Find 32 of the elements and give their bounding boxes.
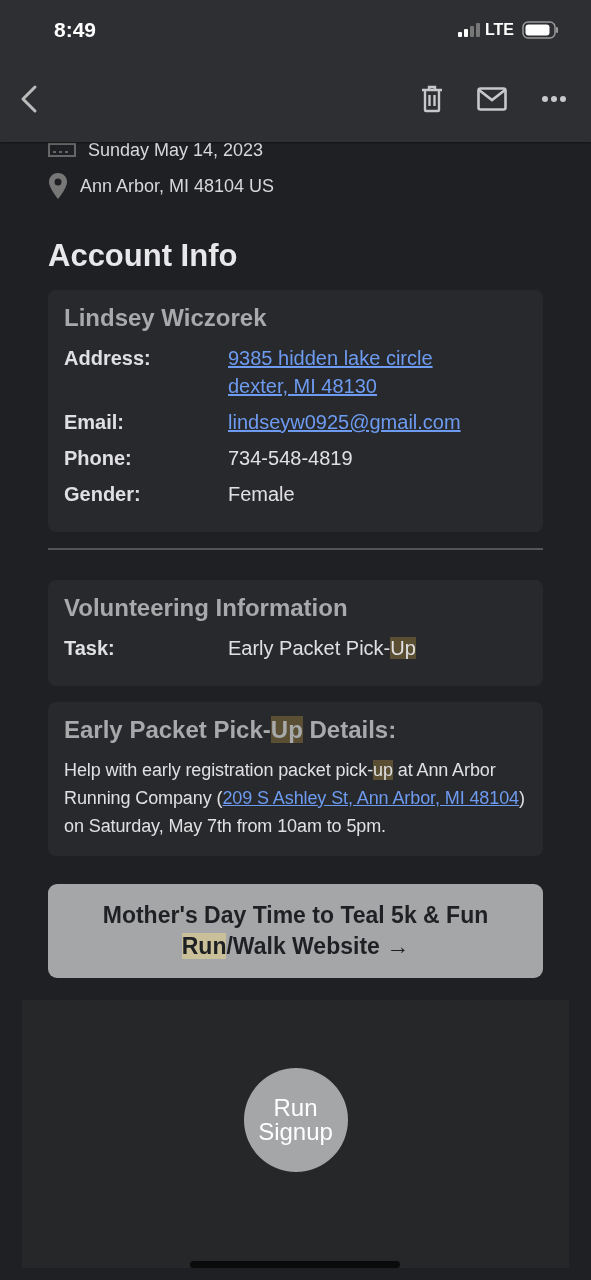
field-label: Task: xyxy=(64,636,116,661)
details-paragraph: Help with early registration packet pick-up at Ann Arbor Running Company (209 S Ashley St, Ann Arbor, MI 48104) on Saturday, May 7th from 10am to 5pm. xyxy=(64,759,526,838)
event-location: Ann Arbor, MI 48104 US xyxy=(80,175,275,197)
field-label: Email: xyxy=(64,410,126,435)
search-highlight: up xyxy=(373,760,393,780)
card-heading: Volunteering Information xyxy=(64,594,349,622)
field-value: Early Packet Pick-Up xyxy=(228,636,416,661)
calendar-icon xyxy=(48,143,76,157)
event-date: Sunday May 14, 2023 xyxy=(88,139,264,161)
field-link[interactable]: 9385 hidden lake circle xyxy=(228,344,433,372)
field-value: Female xyxy=(228,482,295,507)
signal-icon xyxy=(457,23,480,37)
network-label: LTE xyxy=(484,21,514,39)
field-label: Address: xyxy=(64,346,152,371)
address-link[interactable]: 209 S Ashley St, Ann Arbor, MI 48104 xyxy=(222,788,519,808)
location-pin-icon xyxy=(48,172,68,200)
section-heading: Account Info xyxy=(48,238,239,274)
field-label: Gender: xyxy=(64,482,142,507)
trash-button[interactable] xyxy=(421,85,443,113)
account-name: Lindsey Wiczorek xyxy=(64,304,268,332)
battery-icon xyxy=(522,21,559,39)
field-value: 734-548-4819 xyxy=(228,446,353,471)
mail-button[interactable] xyxy=(477,87,507,111)
website-button[interactable]: Mother's Day Time to Teal 5k & Fun Run/Walk Website → xyxy=(48,884,543,978)
field-link[interactable]: lindseyw0925@gmail.com xyxy=(228,408,461,436)
more-button[interactable] xyxy=(541,95,567,103)
status-time: 8:49 xyxy=(54,18,97,42)
logo: Run Signup xyxy=(243,1068,348,1172)
field-label: Phone: xyxy=(64,446,133,471)
card-heading: Early Packet Pick-Up Details: xyxy=(64,716,398,744)
field-link[interactable]: dexter, MI 48130 xyxy=(228,372,433,400)
back-button[interactable] xyxy=(20,84,38,114)
